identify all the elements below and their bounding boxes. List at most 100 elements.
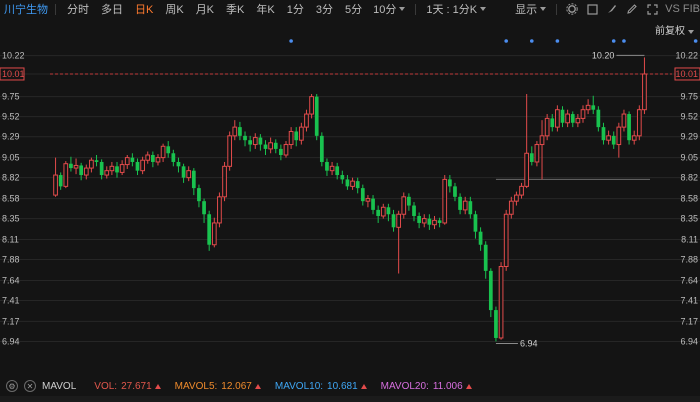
candle-body-down	[319, 135, 324, 162]
period-tab-intraday[interactable]: 分时	[61, 1, 95, 17]
candle-body-down	[248, 140, 253, 145]
period-tab-10min-label: 10分	[373, 4, 397, 16]
candle-body-down	[243, 135, 247, 141]
y-tick-label-right: 10.01	[675, 69, 698, 79]
period-tab-daily[interactable]: 日K	[129, 1, 159, 17]
candle-body-up	[524, 152, 530, 187]
candle-body-down	[150, 155, 155, 162]
candle-body-down	[130, 157, 135, 162]
candle-body-down	[437, 220, 442, 223]
event-marker-dot	[693, 39, 698, 43]
mavol5-label: MAVOL5:	[174, 380, 218, 392]
candle-body-down	[591, 105, 596, 110]
candle-body-up	[575, 117, 581, 124]
candle-body-up	[155, 157, 161, 163]
period-tab-monthly[interactable]: 月K	[190, 1, 220, 17]
candle-body-up	[104, 170, 110, 176]
candle-body-down	[412, 205, 416, 216]
candle-body-up	[442, 178, 448, 224]
stock-title[interactable]: 川宁生物	[4, 1, 48, 17]
candle-body-up	[304, 113, 309, 128]
candle-body-up	[621, 113, 627, 128]
pencil-icon[interactable]	[624, 1, 640, 17]
candle-body-up	[401, 196, 407, 215]
candle-body-down	[473, 214, 478, 232]
candle-body-up	[268, 142, 273, 150]
candle-body-up	[288, 130, 294, 146]
period-tab-yearly[interactable]: 年K	[250, 1, 280, 17]
candle-body-up	[606, 135, 611, 141]
candle-body-up	[309, 96, 314, 115]
toolbar-divider	[415, 3, 417, 15]
candle-body-up	[227, 135, 233, 167]
y-tick-label-right: 9.05	[680, 153, 698, 163]
checkbox-icon[interactable]	[584, 1, 600, 17]
period-tab-quarterly[interactable]: 季K	[220, 1, 250, 17]
up-arrow-icon	[465, 383, 472, 389]
candle-body-down	[529, 153, 534, 162]
span-select[interactable]: 1天 : 1分K	[421, 1, 491, 17]
candle-body-up	[298, 126, 304, 141]
candle-body-down	[135, 161, 140, 171]
candle-body-down	[258, 137, 263, 145]
compare-fib-label[interactable]: VS FIB	[665, 3, 700, 15]
candle-body-up	[631, 135, 637, 141]
candle-body-up	[462, 200, 468, 211]
y-tick-label-left: 8.11	[2, 235, 19, 245]
candle-body-down	[468, 201, 473, 215]
y-tick-label-right: 7.64	[680, 275, 698, 285]
candle-body-down	[171, 153, 176, 162]
y-tick-label-left: 9.52	[2, 112, 20, 122]
candlestick-chart: 10.22 10.22 10.01 10.01 9.75 9.75 9.52 9.52 9.29…	[0, 39, 700, 348]
candle-body-down	[166, 146, 171, 154]
candle-body-down	[181, 166, 186, 178]
y-tick-label-right: 8.82	[680, 173, 698, 183]
candle-body-down	[207, 214, 212, 245]
vol-label: VOL:	[94, 380, 118, 392]
span-select-label: 1天 : 1分K	[426, 4, 478, 16]
candle-body-up	[109, 165, 115, 172]
candle-body-down	[427, 218, 432, 225]
period-tab-weekly[interactable]: 周K	[159, 1, 189, 17]
event-marker-dot	[622, 39, 626, 43]
candle-body-up	[503, 213, 509, 268]
candle-body-down	[273, 142, 278, 149]
indicator-settings-icon[interactable]: ⚙	[6, 380, 18, 392]
candle-body-up	[365, 198, 371, 202]
candle-body-down	[94, 160, 99, 162]
candle-body-down	[202, 201, 206, 215]
candle-body-up	[585, 104, 591, 111]
brush-icon[interactable]	[604, 1, 620, 17]
candle-body-up	[124, 157, 130, 166]
period-tab-5min[interactable]: 5分	[339, 1, 368, 17]
chevron-down-icon	[540, 7, 547, 11]
event-marker-dot	[611, 39, 616, 43]
bottom-strip	[0, 396, 700, 402]
candle-body-up	[211, 222, 217, 246]
candle-body-down	[69, 163, 73, 169]
volume-indicator-bar: ⚙ ✕ MAVOL VOL: 27.671 MAVOL5: 12.067 MAV…	[0, 378, 700, 394]
candle-body-up	[160, 145, 166, 159]
candle-body-down	[191, 170, 196, 189]
low-price-label: 6.94	[520, 338, 538, 348]
candle-body-down	[294, 131, 299, 141]
indicator-name[interactable]: MAVOL	[42, 381, 76, 392]
settings-gear-icon[interactable]	[564, 1, 580, 17]
candle-body-up	[283, 144, 289, 156]
y-tick-label-right: 7.41	[680, 295, 698, 305]
indicator-close-icon[interactable]: ✕	[24, 380, 36, 392]
display-menu[interactable]: 显示	[510, 1, 551, 17]
period-tab-10min[interactable]: 10分	[368, 1, 410, 17]
period-tab-3min[interactable]: 3分	[310, 1, 339, 17]
y-tick-label-left: 7.41	[2, 295, 20, 305]
candle-body-up	[329, 165, 335, 172]
candle-body-down	[79, 165, 84, 176]
period-tab-1min[interactable]: 1分	[281, 1, 310, 17]
expand-icon[interactable]	[644, 1, 660, 17]
y-tick-label-right: 7.88	[680, 255, 698, 265]
candle-body-up	[534, 144, 540, 163]
period-tab-multiday[interactable]: 多日	[95, 1, 129, 17]
candle-body-up	[514, 194, 519, 202]
mavol20-label: MAVOL20:	[380, 380, 429, 392]
mavol20-value: 11.006	[432, 380, 463, 392]
